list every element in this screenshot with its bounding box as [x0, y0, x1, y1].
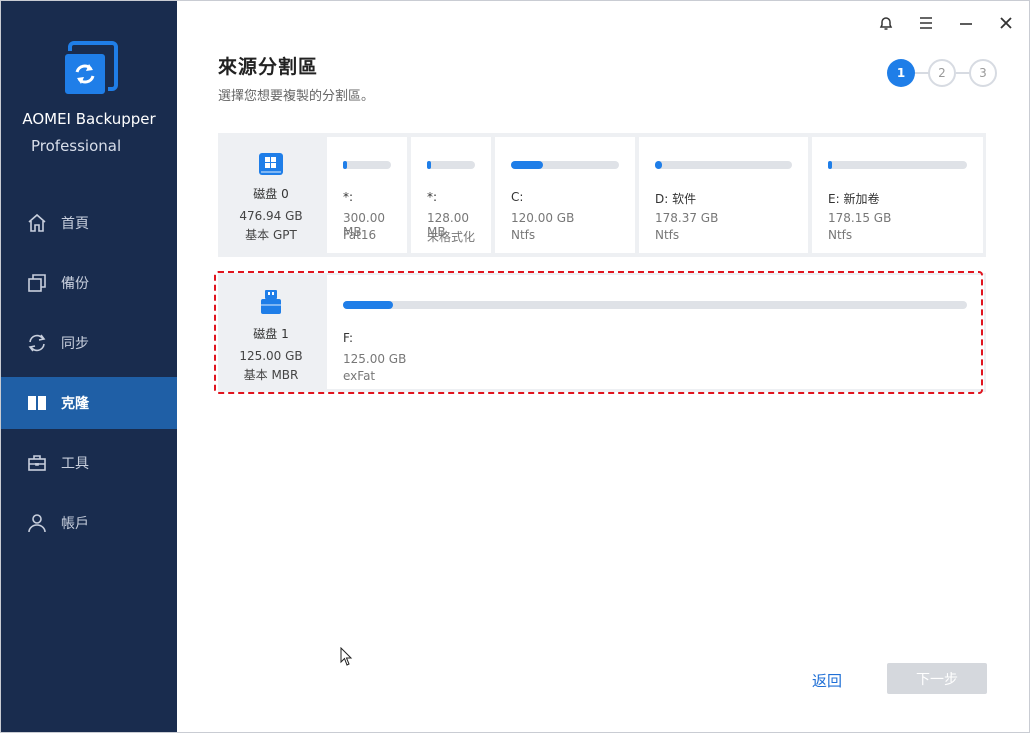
disk-row-1: 磁盘 1 125.00 GB 基本 MBR F: 125.00 GB exFat — [218, 273, 986, 392]
partition-name: D: 软件 — [655, 192, 697, 206]
disk-name: 磁盘 0 — [253, 187, 289, 201]
nav-label: 首頁 — [61, 216, 89, 232]
step-1: 1 — [887, 59, 915, 87]
disk-type: 基本 GPT — [245, 228, 297, 242]
page-title: 來源分割區 — [218, 56, 319, 78]
partition-card[interactable]: D: 软件 178.37 GB Ntfs — [639, 137, 808, 253]
app-name: AOMEI Backupper — [22, 110, 156, 128]
nav-item-tools[interactable]: 工具 — [1, 437, 177, 489]
back-button[interactable]: 返回 — [812, 670, 842, 691]
partition-card[interactable]: C: 120.00 GB Ntfs — [495, 137, 635, 253]
step-indicator: 1 2 3 — [887, 59, 997, 87]
partition-card[interactable]: E: 新加卷 178.15 GB Ntfs — [812, 137, 983, 253]
partition-fs: Ntfs — [511, 228, 536, 242]
step-2: 2 — [928, 59, 956, 87]
disk-size: 125.00 GB — [239, 349, 303, 363]
nav-item-account[interactable]: 帳戶 — [1, 497, 177, 549]
nav-item-sync[interactable]: 同步 — [1, 317, 177, 369]
menu-icon[interactable] — [916, 13, 936, 33]
user-icon — [27, 513, 47, 533]
partition-fs: exFat — [343, 369, 376, 383]
nav-label: 同步 — [61, 336, 89, 352]
partition-fs: Ntfs — [828, 228, 853, 242]
partition-fs: Fat16 — [343, 228, 377, 242]
app-logo-icon — [60, 41, 120, 101]
partition-name: C: — [511, 190, 524, 204]
nav-item-clone[interactable]: 克隆 — [1, 377, 177, 429]
partition-size: 178.15 GB — [828, 211, 892, 225]
disk-name: 磁盘 1 — [253, 327, 289, 341]
backup-icon — [27, 273, 47, 293]
usage-bar — [828, 161, 833, 169]
usage-bar — [655, 161, 662, 169]
sync-icon — [27, 333, 47, 353]
usb-drive-icon — [261, 290, 281, 314]
disk-row-0: 磁盘 0 476.94 GB 基本 GPT *: 300.00 MB Fat16… — [218, 133, 986, 257]
partition-size: 178.37 GB — [655, 211, 719, 225]
partition-fs: Ntfs — [655, 228, 680, 242]
step-connector — [956, 72, 970, 74]
toolbox-icon — [27, 453, 47, 473]
sidebar: AOMEI Backupper Professional 首頁 備份 同步 克隆 — [1, 1, 177, 732]
disk-size: 476.94 GB — [239, 209, 303, 223]
disk-type: 基本 MBR — [243, 368, 299, 382]
app-edition: Professional — [31, 137, 122, 155]
partition-name: *: — [427, 190, 438, 204]
partition-name: E: 新加卷 — [828, 192, 880, 206]
usage-bar — [343, 301, 393, 309]
windows-disk-icon — [259, 153, 283, 175]
nav-label: 工具 — [61, 456, 89, 472]
usage-bar — [343, 161, 347, 169]
minimize-icon[interactable] — [956, 13, 976, 33]
next-button[interactable]: 下一步 — [887, 663, 987, 694]
partition-fs: 未格式化 — [427, 230, 476, 244]
usage-bar — [511, 161, 544, 169]
close-icon[interactable] — [996, 13, 1016, 33]
partition-name: *: — [343, 190, 354, 204]
disk-info[interactable]: 磁盘 1 125.00 GB 基本 MBR — [218, 273, 324, 392]
partition-card-selected[interactable]: F: 125.00 GB exFat — [327, 275, 984, 389]
clone-icon — [27, 393, 47, 413]
notification-bell-icon[interactable] — [876, 13, 896, 33]
partition-size: 120.00 GB — [511, 211, 575, 225]
partition-size: 125.00 GB — [343, 352, 407, 366]
nav-item-home[interactable]: 首頁 — [1, 197, 177, 249]
disk-info[interactable]: 磁盘 0 476.94 GB 基本 GPT — [218, 133, 324, 257]
nav-label: 備份 — [61, 276, 89, 292]
partition-card[interactable]: *: 300.00 MB Fat16 — [327, 137, 407, 253]
nav-label: 帳戶 — [61, 516, 89, 532]
usage-bar — [427, 161, 431, 169]
step-3: 3 — [969, 59, 997, 87]
app-window: AOMEI Backupper Professional 首頁 備份 同步 克隆 — [0, 0, 1030, 733]
partition-name: F: — [343, 331, 354, 345]
step-connector — [915, 72, 929, 74]
nav-item-backup[interactable]: 備份 — [1, 257, 177, 309]
partition-card[interactable]: *: 128.00 MB 未格式化 — [411, 137, 491, 253]
mouse-cursor-icon — [340, 647, 353, 666]
page-subtitle: 選擇您想要複製的分割區。 — [218, 89, 375, 104]
home-icon — [27, 213, 47, 233]
nav-label: 克隆 — [61, 396, 89, 412]
